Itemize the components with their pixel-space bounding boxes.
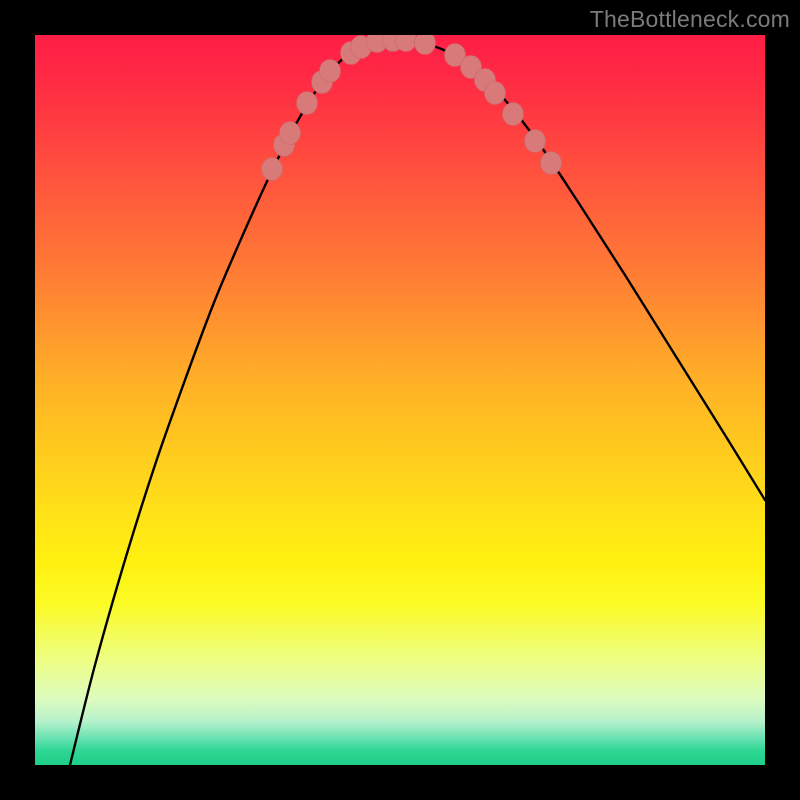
gradient-background	[35, 35, 765, 765]
chart-frame: TheBottleneck.com	[0, 0, 800, 800]
watermark-text: TheBottleneck.com	[590, 6, 790, 33]
plot-area	[35, 35, 765, 765]
